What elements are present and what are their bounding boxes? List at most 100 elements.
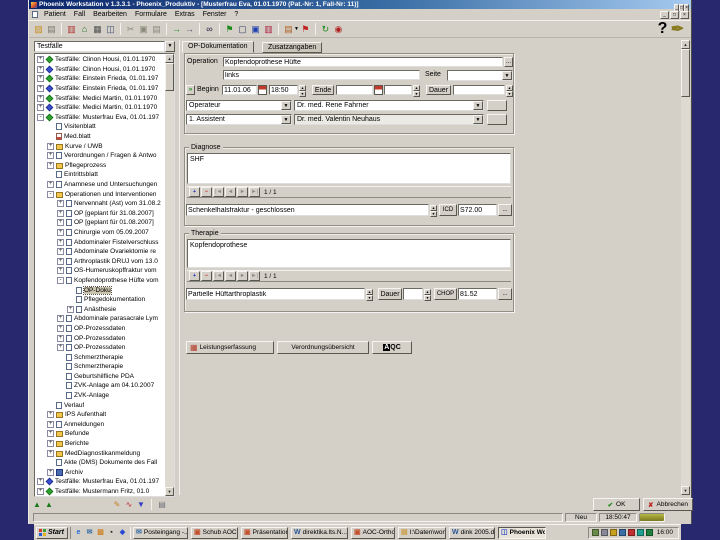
tree-item[interactable]: Pflegedokumentation (36, 295, 166, 305)
tray-antivirus-icon[interactable] (609, 529, 617, 536)
tree-item[interactable]: + Testfälle: Medici Martin, 01.01.1970 (36, 103, 166, 113)
tray-display-icon[interactable] (645, 529, 653, 536)
previous-record-button[interactable]: ◄ (225, 187, 236, 197)
calendar-icon[interactable] (258, 85, 267, 95)
tree-item[interactable]: + OP-Prozessdaten (36, 343, 166, 353)
chevron-down-icon[interactable]: ▼ (473, 115, 483, 124)
task-dink-2005[interactable]: Wdink 2005.do... (449, 526, 495, 539)
calendar-icon[interactable] (374, 85, 383, 95)
menu-item-extras[interactable]: Extras (171, 10, 199, 20)
tree-scrollbar[interactable]: ▲ ▼ (165, 54, 174, 496)
edit-pencil-icon[interactable]: ✎ (111, 499, 123, 511)
tab-zusatzangaben[interactable]: Zusatzangaben (262, 42, 323, 53)
console-icon[interactable]: ▪ (107, 528, 116, 537)
chop-more-button[interactable]: ... (498, 288, 512, 300)
scroll-up-icon[interactable]: ▲ (681, 40, 690, 49)
expand-icon[interactable]: + (37, 75, 44, 83)
copy-icon[interactable]: ▣ (137, 23, 150, 36)
diagnose-textarea[interactable]: SHF (187, 153, 511, 184)
add-record-button[interactable]: + (189, 187, 200, 197)
ie-icon[interactable]: e (74, 528, 83, 537)
tree-item[interactable]: + Verordnungen / Fragen & Antwo (36, 151, 166, 161)
paste-icon[interactable]: ▤ (150, 23, 163, 36)
expand-icon[interactable]: + (47, 152, 54, 160)
home-icon[interactable]: ⌂ (78, 23, 91, 36)
menu-item-formulare[interactable]: Formulare (131, 10, 171, 20)
chop-button[interactable]: CHOP (434, 288, 457, 300)
menu-item-bearbeiten[interactable]: Bearbeiten (89, 10, 131, 20)
mdi-minimize-icon[interactable]: _ (660, 10, 669, 19)
expand-icon[interactable]: + (57, 219, 64, 227)
help-icon[interactable]: ? (656, 20, 669, 37)
expand-icon[interactable]: + (67, 305, 74, 313)
expand-icon[interactable]: + (47, 449, 54, 457)
case-filter-combobox[interactable]: Testfälle ▼ (34, 41, 175, 52)
chevron-down-icon[interactable]: ▼ (165, 41, 175, 52)
beginn-time-stepper[interactable]: ▲ ▼ (299, 85, 306, 97)
expand-icon[interactable]: + (57, 344, 64, 352)
mail-icon[interactable]: ✉ (85, 528, 94, 537)
therapie-dauer-stepper[interactable]: ▲ ▼ (424, 289, 431, 301)
monitor-icon[interactable]: ▣ (249, 23, 262, 36)
dauer-stepper[interactable]: ▲ ▼ (506, 85, 513, 97)
show-desktop-icon[interactable]: ◆ (118, 528, 127, 537)
tray-network-icon[interactable] (600, 529, 608, 536)
tree-item[interactable]: + IPS Aufenthalt (36, 410, 166, 420)
patient-data-icon[interactable]: ▥ (65, 23, 78, 36)
ende-date-input[interactable] (336, 85, 373, 95)
delete-record-button[interactable]: − (201, 271, 212, 281)
expand-icon[interactable]: + (37, 85, 44, 93)
ende-time-stepper[interactable]: ▲ ▼ (413, 85, 420, 97)
add-record-button[interactable]: + (189, 271, 200, 281)
first-record-button[interactable]: |◄ (213, 271, 224, 281)
search-binoculars-icon[interactable]: ∞ (203, 23, 216, 36)
tree-item[interactable]: + Befunde (36, 429, 166, 439)
task-schub-aoc[interactable]: ▣Schub AOC.ppt (191, 526, 238, 539)
expand-icon[interactable]: + (57, 257, 64, 265)
operation-more-button[interactable]: ... (504, 57, 513, 67)
expand-icon[interactable]: + (47, 440, 54, 448)
tree-item[interactable]: + OP [geplant für 31.08.2007] (36, 209, 166, 219)
form-icon[interactable]: ▢ (236, 23, 249, 36)
aqc-button[interactable]: A QC (372, 341, 412, 354)
dauer-input[interactable] (453, 85, 505, 95)
expand-icon[interactable]: + (37, 65, 44, 73)
tab-op-dokumentation[interactable]: OP-Dokumentation (182, 41, 254, 53)
task-phoenix[interactable]: ◫Phoenix Wor... (498, 526, 546, 539)
tree-item[interactable]: - Kopfendoprothese Hüfte vom (36, 276, 166, 286)
nav-up2-icon[interactable]: ▲ (43, 499, 55, 511)
tree-item[interactable]: OP-Doku (36, 285, 166, 295)
chevron-down-icon[interactable]: ▼ (473, 101, 483, 110)
delete-record-button[interactable]: − (201, 187, 212, 197)
tree-item[interactable]: + Testfälle: Clinon Housi, 01.01.1970 (36, 65, 166, 75)
expand-icon[interactable]: + (37, 488, 44, 496)
icd-more-button[interactable]: ... (498, 204, 512, 216)
tree-item[interactable]: + Archiv (36, 468, 166, 478)
role1-combobox[interactable]: Operateur ▼ (186, 100, 292, 111)
therapie-textarea[interactable]: Kopfendoprothese (187, 239, 511, 268)
tree-item[interactable]: + Kurve / UWB (36, 141, 166, 151)
tree-item[interactable]: Geburtshilfliche PDA (36, 372, 166, 382)
scroll-up-icon[interactable]: ▲ (165, 54, 174, 63)
diagnose-item-stepper[interactable]: ▲ ▼ (430, 205, 437, 217)
sign-pen-icon[interactable]: ✒ (671, 21, 684, 38)
tree-item[interactable]: Med.blatt (36, 132, 166, 142)
tree-item[interactable]: + Testfälle: Musterfrau Eva, 01.01.197 (36, 477, 166, 487)
collapse-icon[interactable]: - (47, 190, 54, 198)
print-icon[interactable]: ▦ (91, 23, 104, 36)
collapse-icon[interactable]: - (57, 276, 64, 284)
chevron-down-icon[interactable]: ▼ (281, 101, 291, 110)
leistungserfassung-button[interactable]: ▦ Leistungserfassung (186, 341, 274, 354)
tree-item[interactable]: + Anamnese und Untersuchungen (36, 180, 166, 190)
surgeon-extra-button[interactable] (487, 100, 507, 111)
tree-item[interactable]: + Pflegeprozess (36, 161, 166, 171)
menu-item-fall[interactable]: Fall (70, 10, 89, 20)
tree-item[interactable]: + Testfälle: Mustermann Fritz, 01.0 (36, 487, 166, 496)
role2-combobox[interactable]: 1. Assistent ▼ (186, 114, 292, 125)
next-record-button[interactable]: ► (237, 187, 248, 197)
tree-item[interactable]: + Testfälle: Medici Martin, 01.01.1970 (36, 93, 166, 103)
expand-icon[interactable]: + (57, 238, 64, 246)
mdi-restore-icon[interactable]: □ (670, 10, 679, 19)
expand-icon[interactable]: + (47, 142, 54, 150)
tree-item[interactable]: + OP-Prozessdaten (36, 333, 166, 343)
